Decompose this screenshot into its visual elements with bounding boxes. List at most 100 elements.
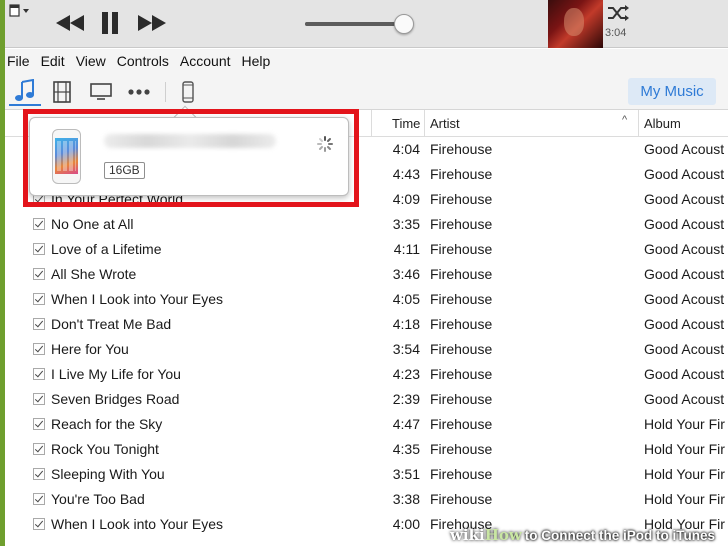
song-artist: Firehouse	[430, 191, 493, 207]
menu-view[interactable]: View	[73, 53, 112, 69]
song-album: Good Acoust	[644, 216, 725, 232]
song-album: Good Acoust	[644, 341, 725, 357]
song-name: Sleeping With You	[51, 466, 165, 482]
film-icon	[53, 81, 71, 103]
more-dots-icon	[128, 89, 150, 95]
table-row[interactable]: Sleeping With You 3:51 Firehouse Hold Your …	[5, 462, 728, 487]
song-album: Good Acoust	[644, 316, 725, 332]
pause-button[interactable]	[97, 10, 123, 36]
song-album: Good Acoust	[644, 141, 725, 157]
song-name: Here for You	[51, 341, 129, 357]
column-header-artist[interactable]: Artist	[430, 116, 460, 131]
logo-wiki-text: wiki	[450, 526, 485, 544]
song-time: 3:46	[392, 266, 420, 282]
song-artist: Firehouse	[430, 291, 493, 307]
tv-source-button[interactable]	[87, 78, 115, 106]
column-divider	[424, 110, 425, 137]
menu-edit[interactable]: Edit	[38, 53, 71, 69]
movies-source-button[interactable]	[49, 78, 75, 106]
wikihow-logo: wikiHow	[450, 526, 522, 544]
album-artwork[interactable]	[548, 0, 603, 48]
previous-button[interactable]	[53, 10, 87, 36]
menu-bar: File Edit View Controls Account Help	[5, 49, 728, 73]
song-checkbox[interactable]	[33, 368, 45, 380]
song-time: 4:00	[392, 516, 420, 532]
table-row[interactable]: All She Wrote 3:46 Firehouse Good Acoust	[5, 262, 728, 287]
watermark-title: to Connect the iPod to iTunes	[524, 527, 716, 543]
volume-fill	[305, 22, 395, 26]
song-checkbox[interactable]	[33, 293, 45, 305]
song-artist: Firehouse	[430, 266, 493, 282]
column-header-album[interactable]: Album	[644, 116, 681, 131]
menu-file[interactable]: File	[5, 53, 36, 69]
elapsed-time: 3:04	[605, 27, 627, 39]
table-row[interactable]: Seven Bridges Road 2:39 Firehouse Good Acou…	[5, 387, 728, 412]
song-album: Good Acoust	[644, 391, 725, 407]
song-checkbox[interactable]	[33, 243, 45, 255]
song-album: Hold Your Fir	[644, 416, 725, 432]
song-artist: Firehouse	[430, 316, 493, 332]
song-checkbox[interactable]	[33, 518, 45, 530]
song-album: Hold Your Fir	[644, 466, 725, 482]
song-name: When I Look into Your Eyes	[51, 516, 223, 532]
song-time: 4:18	[392, 316, 420, 332]
table-row[interactable]: I Live My Life for You 4:23 Firehouse Good …	[5, 362, 728, 387]
song-checkbox[interactable]	[33, 443, 45, 455]
source-separator	[165, 82, 166, 102]
window-menu-icon[interactable]	[9, 4, 31, 18]
song-album: Hold Your Fir	[644, 491, 725, 507]
table-row[interactable]: Love of a Lifetime 4:11 Firehouse Good Acou…	[5, 237, 728, 262]
song-album: Good Acoust	[644, 291, 725, 307]
table-row[interactable]: Here for You 3:54 Firehouse Good Acoust	[5, 337, 728, 362]
song-artist: Firehouse	[430, 466, 493, 482]
volume-slider[interactable]	[305, 22, 405, 26]
song-checkbox[interactable]	[33, 343, 45, 355]
next-button[interactable]	[135, 10, 169, 36]
song-time: 3:54	[392, 341, 420, 357]
player-bar: 3:04	[5, 0, 728, 48]
song-checkbox[interactable]	[33, 418, 45, 430]
song-time: 4:35	[392, 441, 420, 457]
song-checkbox[interactable]	[33, 393, 45, 405]
song-checkbox[interactable]	[33, 268, 45, 280]
song-album: Good Acoust	[644, 266, 725, 282]
menu-controls[interactable]: Controls	[114, 53, 175, 69]
song-name: Reach for the Sky	[51, 416, 163, 432]
menu-account[interactable]: Account	[177, 53, 237, 69]
song-artist: Firehouse	[430, 441, 493, 457]
iphone-icon	[182, 81, 194, 103]
table-row[interactable]: You're Too Bad 3:38 Firehouse Hold Your Fir	[5, 487, 728, 512]
song-checkbox[interactable]	[33, 468, 45, 480]
song-artist: Firehouse	[430, 166, 493, 182]
table-row[interactable]: When I Look into Your Eyes 4:05 Firehouse G…	[5, 287, 728, 312]
more-sources-button[interactable]	[125, 78, 153, 106]
volume-knob[interactable]	[394, 14, 414, 34]
column-divider	[638, 110, 639, 137]
song-name: No One at All	[51, 216, 134, 232]
song-album: Good Acoust	[644, 166, 725, 182]
wikihow-watermark: wikiHow to Connect the iPod to iTunes	[450, 524, 728, 546]
song-time: 4:43	[392, 166, 420, 182]
menu-help[interactable]: Help	[239, 53, 277, 69]
shuffle-icon[interactable]	[607, 4, 629, 22]
table-row[interactable]: Rock You Tonight 4:35 Firehouse Hold Your F…	[5, 437, 728, 462]
sort-ascending-icon[interactable]: ^	[622, 114, 627, 126]
my-music-button[interactable]: My Music	[628, 78, 716, 105]
song-name: When I Look into Your Eyes	[51, 291, 223, 307]
table-row[interactable]: Don't Treat Me Bad 4:18 Firehouse Good Acou…	[5, 312, 728, 337]
logo-how-text: How	[484, 526, 522, 544]
song-artist: Firehouse	[430, 366, 493, 382]
table-row[interactable]: Reach for the Sky 4:47 Firehouse Hold Your …	[5, 412, 728, 437]
song-checkbox[interactable]	[33, 218, 45, 230]
song-artist: Firehouse	[430, 416, 493, 432]
music-source-button[interactable]	[9, 78, 41, 106]
song-name: Rock You Tonight	[51, 441, 159, 457]
device-button[interactable]	[177, 78, 199, 106]
song-time: 4:05	[392, 291, 420, 307]
column-header-time[interactable]: Time	[392, 116, 420, 131]
red-highlight-box	[23, 109, 359, 207]
song-time: 3:35	[392, 216, 420, 232]
table-row[interactable]: No One at All 3:35 Firehouse Good Acoust	[5, 212, 728, 237]
song-checkbox[interactable]	[33, 318, 45, 330]
song-checkbox[interactable]	[33, 493, 45, 505]
